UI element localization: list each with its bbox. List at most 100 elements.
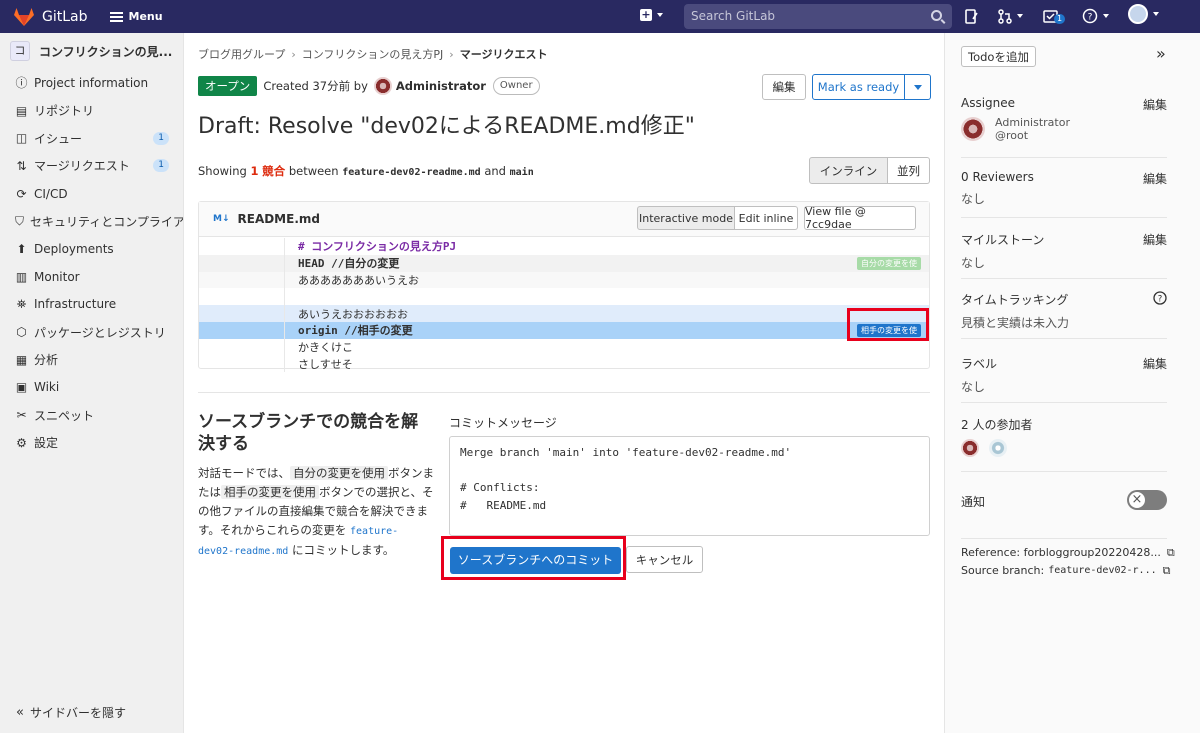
infrastructure-icon: ⛯ xyxy=(16,296,27,311)
sidebar-item-label: 設定 xyxy=(34,436,59,451)
reviewers-block: 0 Reviewers 編集 なし xyxy=(961,170,1167,218)
create-new-button[interactable]: + xyxy=(640,9,663,21)
source-branch-label: Source branch: xyxy=(961,564,1045,577)
gitlab-logo[interactable]: GitLab xyxy=(14,7,88,26)
sidebar-item[interactable]: ▦ 分析 xyxy=(0,346,183,374)
inline-view-button[interactable]: インライン xyxy=(809,157,888,184)
sidebar-item[interactable]: ▤ リポジトリ xyxy=(0,97,183,125)
add-todo-button[interactable]: Todoを追加 xyxy=(961,46,1036,67)
info-icon: ⓘ xyxy=(15,76,28,91)
created-text: Created 37分前 by xyxy=(263,79,368,93)
mark-as-ready-button[interactable]: Mark as ready xyxy=(812,74,905,100)
code-line-origin: origin //相手の変更 相手の変更を使 xyxy=(199,321,929,339)
participant-avatar[interactable] xyxy=(989,439,1007,457)
edit-inline-button[interactable]: Edit inline xyxy=(735,206,798,230)
sidebar-item[interactable]: ⛯ Infrastructure xyxy=(0,291,183,319)
user-menu-button[interactable] xyxy=(1128,4,1159,24)
notifications-toggle[interactable] xyxy=(1127,490,1167,510)
project-header[interactable]: コ コンフリクションの見... xyxy=(0,33,183,69)
code-text: あいうえおおおおおお xyxy=(298,307,408,321)
book-icon: ▣ xyxy=(15,380,28,395)
author-avatar[interactable] xyxy=(373,77,392,95)
assignee-user[interactable]: Administrator @root xyxy=(961,116,1167,142)
sidebar-item[interactable]: ▥ Monitor xyxy=(0,263,183,291)
sidebar-item[interactable]: ✂ スニペット xyxy=(0,401,183,429)
issues-button[interactable] xyxy=(965,8,978,24)
assignee-edit-link[interactable]: 編集 xyxy=(1143,96,1167,113)
search-icon xyxy=(931,10,942,21)
search-placeholder: Search GitLab xyxy=(691,9,776,23)
code-text: かきくけこ xyxy=(298,341,353,355)
milestone-value: なし xyxy=(961,256,986,270)
breadcrumb-group[interactable]: ブログ用グループ xyxy=(198,46,285,62)
sidebar-item-label: Monitor xyxy=(34,269,80,284)
snippet-icon: ✂ xyxy=(16,408,27,423)
issues-icon xyxy=(965,8,978,24)
menu-button[interactable]: Menu xyxy=(109,10,163,23)
mark-ready-dropdown[interactable] xyxy=(905,74,931,100)
svg-text:?: ? xyxy=(1088,13,1093,23)
sidebar-item[interactable]: ◫ イシュー 1 xyxy=(0,124,183,152)
use-ours-button[interactable]: 自分の変更を使 xyxy=(857,256,921,270)
merge-requests-button[interactable] xyxy=(998,8,1023,24)
reviewers-edit-link[interactable]: 編集 xyxy=(1143,170,1167,187)
avatar xyxy=(1128,4,1148,24)
chevron-down-icon xyxy=(1153,12,1159,16)
count-badge: 1 xyxy=(153,159,169,173)
help-button[interactable]: ? xyxy=(1082,8,1109,24)
sidebar-item[interactable]: ⬡ パッケージとレジストリ xyxy=(0,318,183,346)
count-badge: 1 xyxy=(153,131,169,145)
sidebar-item[interactable]: ⇅ マージリクエスト 1 xyxy=(0,152,183,180)
cancel-button[interactable]: キャンセル xyxy=(626,546,703,573)
sidebar-item-label: CI/CD xyxy=(34,186,68,201)
merge-request-icon xyxy=(998,8,1012,24)
sidebar-item-label: スニペット xyxy=(34,408,95,423)
labels-edit-link[interactable]: 編集 xyxy=(1143,355,1167,372)
code-line: # コンフリクションの見え方PJ xyxy=(199,238,929,255)
copy-icon[interactable]: ⧉ xyxy=(1167,544,1175,562)
collapse-sidebar-button[interactable]: « サイドバーを隠す xyxy=(16,704,126,721)
reference-info: Reference: forbloggroup20220428... ⧉ Sou… xyxy=(961,544,1175,580)
interactive-mode-button[interactable]: Interactive mode xyxy=(637,206,735,230)
copy-icon[interactable]: ⧉ xyxy=(1163,562,1171,580)
breadcrumb-project[interactable]: コンフリクションの見え方PJ xyxy=(302,46,444,62)
todos-button[interactable]: 1 xyxy=(1043,8,1066,24)
code-line: かきくけこ xyxy=(199,338,929,356)
sidebar-item[interactable]: ▣ Wiki xyxy=(0,374,183,402)
and-text: and xyxy=(484,164,506,178)
edit-button[interactable]: 編集 xyxy=(762,74,806,100)
code-text: # コンフリクションの見え方PJ xyxy=(298,240,457,254)
notifications-block: 通知 xyxy=(961,490,1167,539)
breadcrumb-current[interactable]: マージリクエスト xyxy=(460,46,548,62)
author-name[interactable]: Administrator xyxy=(396,79,486,93)
role-badge: Owner xyxy=(492,77,540,95)
repository-icon: ▤ xyxy=(15,103,28,118)
sidebar-item-label: マージリクエスト xyxy=(34,159,130,174)
highlight-box xyxy=(847,308,929,341)
sidebar-item-label: セキュリティとコンプライアンス xyxy=(30,214,184,229)
use-ours-chip: 自分の変更を使用 xyxy=(290,466,388,480)
view-file-button[interactable]: View file @ 7cc9dae xyxy=(804,205,916,231)
sidebar-item[interactable]: ⓘ Project information xyxy=(0,69,183,97)
sidebar-item[interactable]: ⛉ セキュリティとコンプライアンス xyxy=(0,207,183,235)
parallel-view-button[interactable]: 並列 xyxy=(888,157,930,184)
search-input[interactable]: Search GitLab xyxy=(684,4,952,29)
help-icon[interactable]: ? xyxy=(1153,291,1167,305)
sidebar-item-label: Wiki xyxy=(34,380,60,395)
collapse-right-icon[interactable]: » xyxy=(1156,44,1166,63)
plus-icon: + xyxy=(640,8,652,21)
file-name: README.md xyxy=(237,212,320,226)
milestone-edit-link[interactable]: 編集 xyxy=(1143,231,1167,248)
use-theirs-chip: 相手の変更を使用 xyxy=(221,485,319,499)
sidebar-item[interactable]: ⬆ Deployments xyxy=(0,235,183,263)
sidebar-item[interactable]: ⟳ CI/CD xyxy=(0,180,183,208)
commit-message-field[interactable]: Merge branch 'main' into 'feature-dev02-… xyxy=(449,436,930,536)
assignee-block: Assignee 編集 Administrator @root xyxy=(961,96,1167,158)
participant-avatar[interactable] xyxy=(961,439,979,457)
desc-text: 対話モードでは、 xyxy=(198,466,290,480)
view-mode-toggle: インライン 並列 xyxy=(809,157,930,184)
sidebar-item[interactable]: ⚙ 設定 xyxy=(0,429,183,457)
sidebar-item-label: リポジトリ xyxy=(34,104,95,119)
labels-title: ラベル xyxy=(961,357,998,371)
left-sidebar: コ コンフリクションの見... ⓘ Project information ▤ リポジ… xyxy=(0,33,184,733)
